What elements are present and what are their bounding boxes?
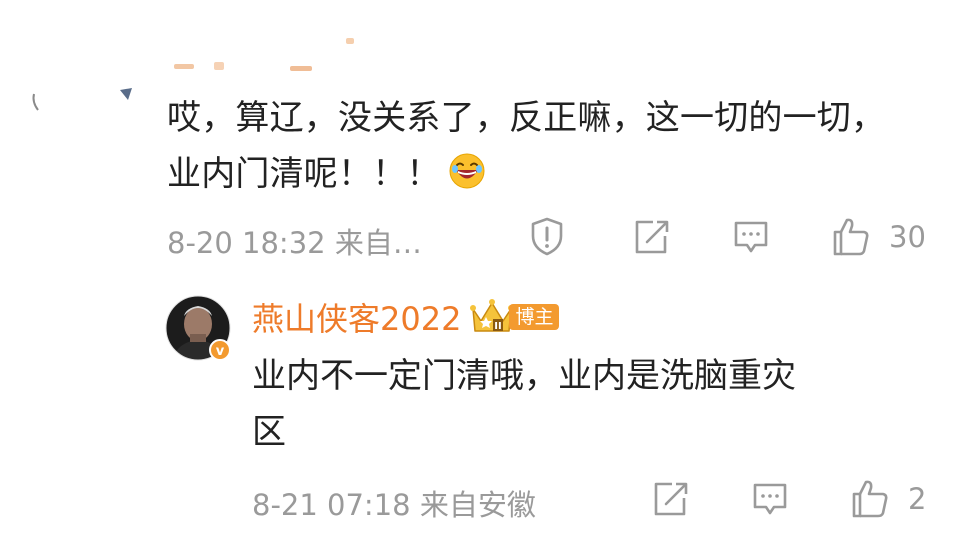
comment-like-count: 30 xyxy=(889,220,926,254)
share-icon[interactable] xyxy=(629,214,673,258)
comment-meta-row: 8-20 18:32 来自… 30 xyxy=(167,214,937,260)
svg-text:v: v xyxy=(216,344,225,359)
grinning-tears-emoji-icon xyxy=(449,153,485,189)
like-icon[interactable] xyxy=(848,476,892,520)
reply-line-2: 区 xyxy=(252,412,286,452)
reply-meta-text: 8-21 07:18 来自安徽 xyxy=(252,482,536,524)
comment-body: 哎，算辽，没关系了，反正嘛，这一切的一切， 业内门清呢！！！ xyxy=(167,90,937,202)
reply-author-name[interactable]: 燕山侠客2022 xyxy=(252,300,461,338)
reply-body: 业内不一定门清哦，业内是洗脑重灾 区 xyxy=(252,348,912,460)
share-icon[interactable] xyxy=(648,476,692,520)
reply-avatar[interactable]: v xyxy=(164,294,232,362)
reply-meta-row: 8-21 07:18 来自安徽 2 xyxy=(252,476,942,522)
comment-line-2: 业内门清呢！！！ xyxy=(167,146,937,202)
cropped-avatar-fragment xyxy=(32,88,132,111)
svg-text:II: II xyxy=(495,321,502,332)
like-icon[interactable] xyxy=(829,214,873,258)
cropped-previous-content xyxy=(170,38,370,78)
comment-icon[interactable] xyxy=(748,476,792,520)
reply-like-count: 2 xyxy=(908,482,927,516)
reply-source: 来自安徽 xyxy=(419,488,536,522)
comment-icon[interactable] xyxy=(729,214,773,258)
reply-line-1: 业内不一定门清哦，业内是洗脑重灾 xyxy=(252,356,796,396)
report-icon[interactable] xyxy=(525,214,569,258)
comment-time: 8-20 18:32 xyxy=(167,226,326,260)
reply-author-row: 燕山侠客2022 II 博主 xyxy=(252,294,560,340)
reply-time: 8-21 07:18 xyxy=(252,488,411,522)
host-badge: 博主 xyxy=(509,304,560,330)
comment-meta-text: 8-20 18:32 来自… xyxy=(167,220,422,262)
comment-source[interactable]: 来自… xyxy=(335,226,422,260)
comment-line-1: 哎，算辽，没关系了，反正嘛，这一切的一切， xyxy=(167,98,886,138)
comment-line-2-text: 业内门清呢！！！ xyxy=(167,154,441,194)
